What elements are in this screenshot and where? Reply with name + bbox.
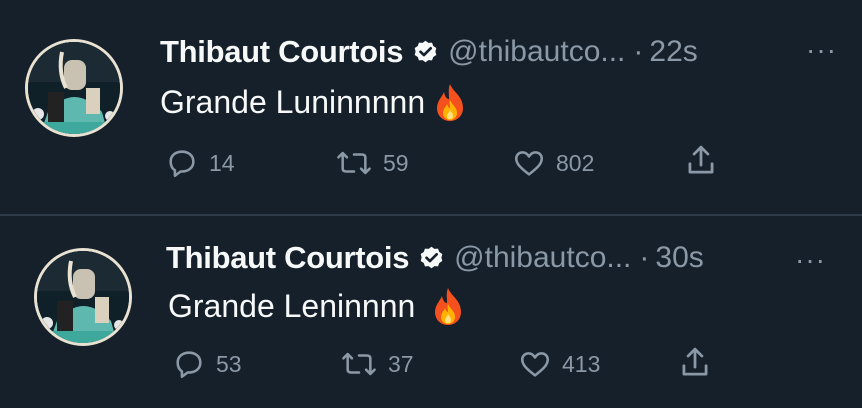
verified-badge-icon <box>420 246 443 268</box>
timestamp[interactable]: 30s <box>655 241 703 275</box>
tweet-text: Grande Leninnnn <box>168 286 465 326</box>
tweet-text-content: Grande Leninnnn <box>168 287 416 324</box>
author-handle[interactable]: @thibautco... <box>454 241 631 275</box>
tweet[interactable]: Thibaut Courtois @thibautco... · 30s ···… <box>0 0 862 408</box>
reply-count: 53 <box>216 350 242 377</box>
separator-dot: · <box>639 241 650 274</box>
retweet-button[interactable]: 37 <box>340 347 414 381</box>
author-name[interactable]: Thibaut Courtois <box>166 240 409 276</box>
like-button[interactable]: 413 <box>518 347 600 381</box>
share-button[interactable] <box>678 345 712 381</box>
retweet-icon <box>342 352 376 376</box>
retweet-count: 37 <box>388 350 414 377</box>
more-options-icon[interactable]: ··· <box>795 246 826 274</box>
heart-icon <box>520 352 550 377</box>
fire-emoji-icon <box>435 288 462 325</box>
tweet-header: Thibaut Courtois @thibautco... · 30s <box>166 240 704 276</box>
reply-icon <box>176 351 202 379</box>
avatar[interactable] <box>34 248 132 346</box>
reply-button[interactable]: 53 <box>172 347 242 381</box>
share-icon <box>682 347 708 376</box>
like-count: 413 <box>562 350 601 377</box>
